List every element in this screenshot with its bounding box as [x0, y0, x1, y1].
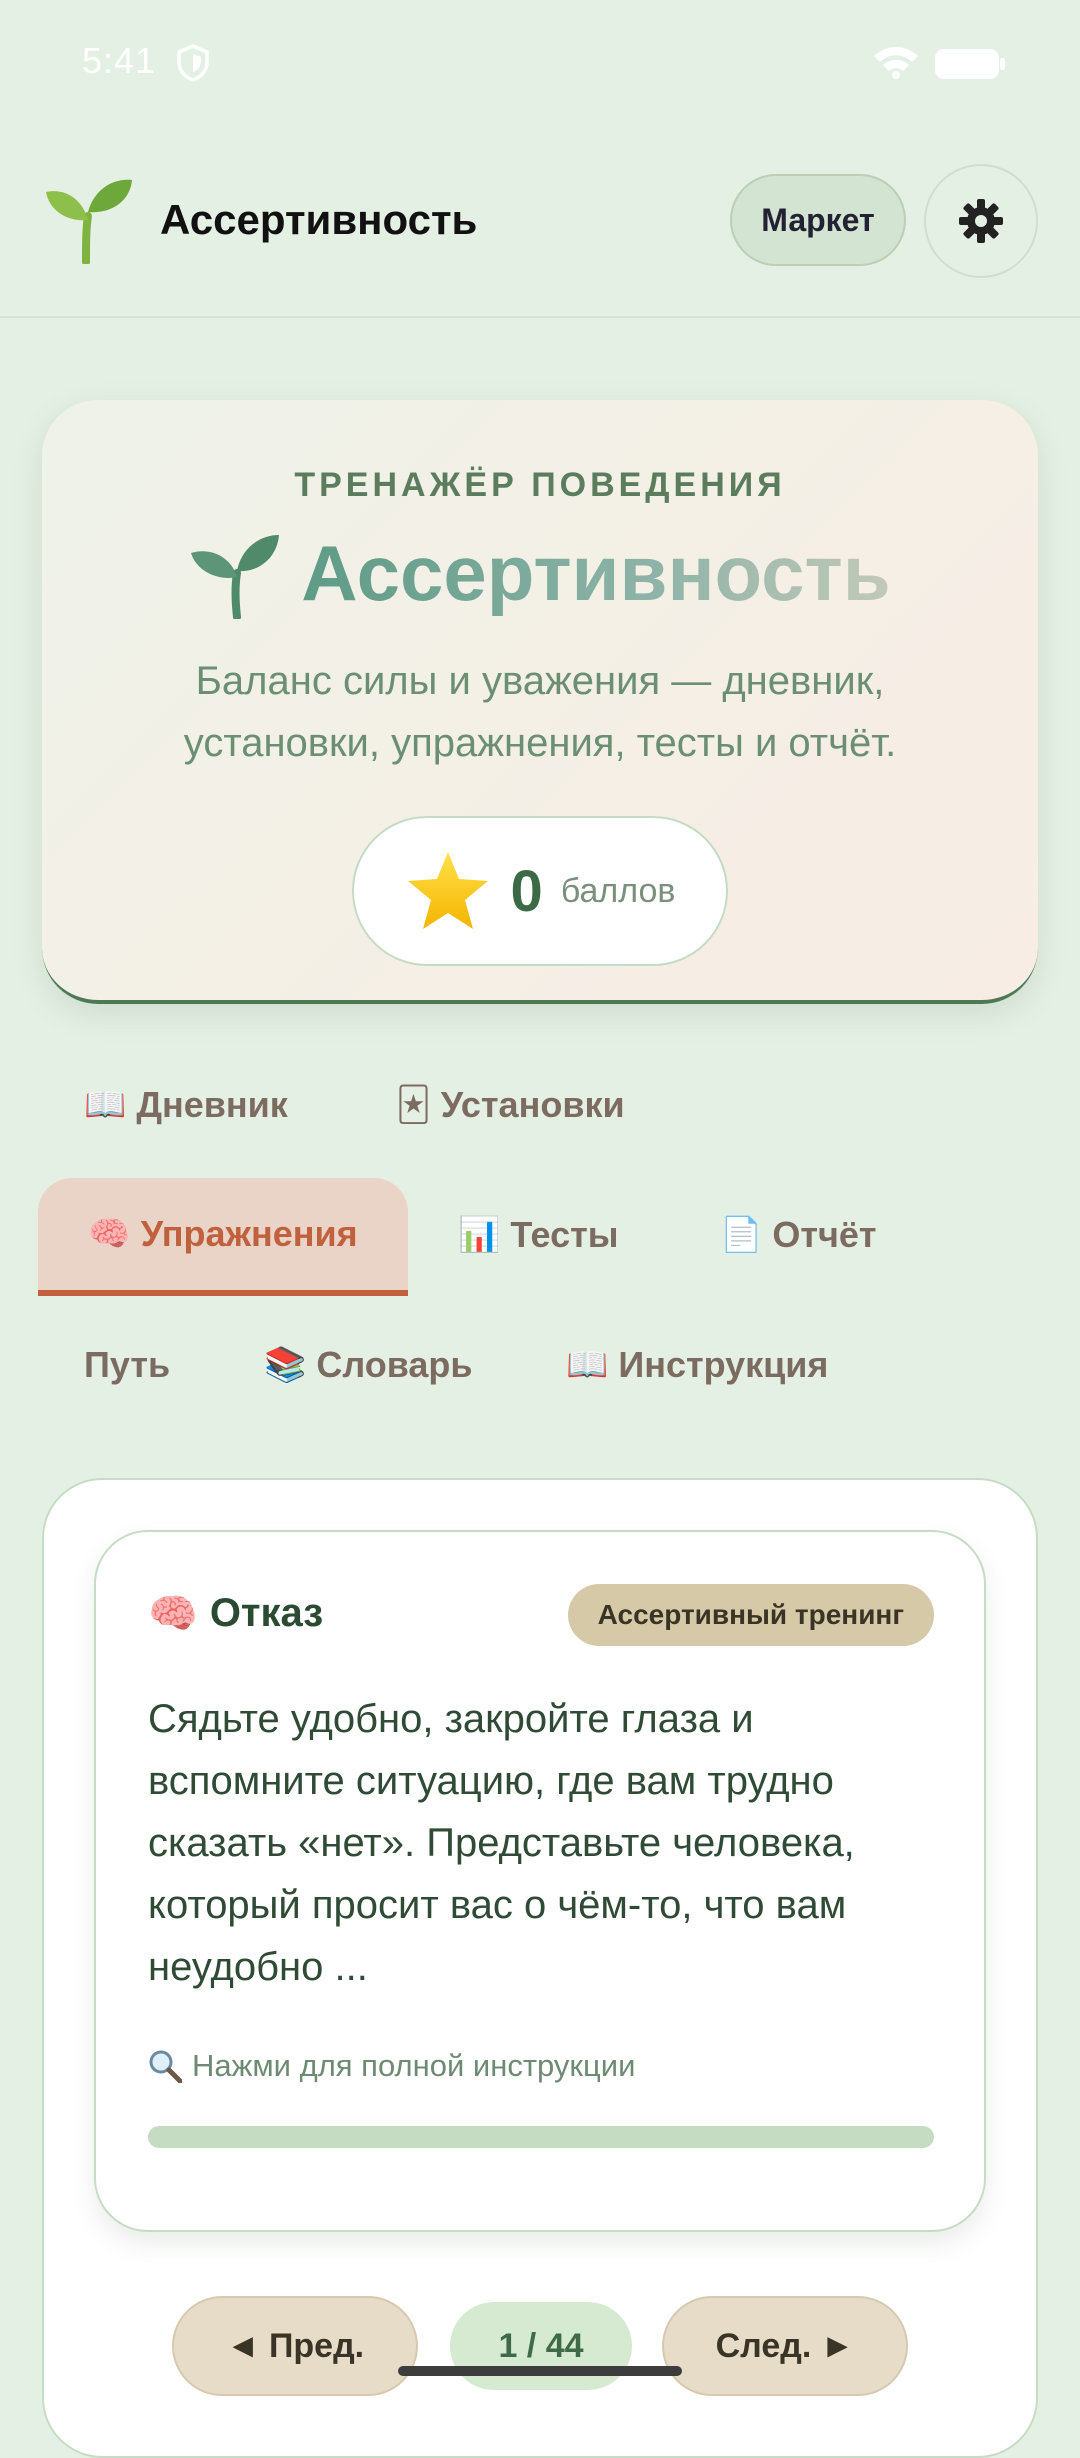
tab-label: Отчёт [772, 1214, 877, 1255]
tab-label: Инструкция [618, 1344, 829, 1385]
exercise-title: 🧠 Отказ [148, 1590, 323, 1637]
tab-label: Дневник [136, 1084, 288, 1125]
book-icon: 📖 [566, 1346, 609, 1384]
tab-dictionary[interactable]: 📚 Словарь [264, 1310, 473, 1420]
exercise-title-text: Отказ [209, 1591, 324, 1635]
hint-row: Нажми для полной инструкции [148, 2048, 635, 2084]
hero-title-row: Ассертивность [42, 528, 1038, 619]
hero-card: ТРЕНАЖЁР ПОВЕДЕНИЯ Ассертивность Баланс … [42, 400, 1038, 1004]
tab-label: Установки [440, 1084, 625, 1125]
market-button[interactable]: Маркет [730, 174, 906, 266]
books-icon: 📚 [264, 1346, 307, 1384]
points-value: 0 [510, 858, 543, 924]
tab-exercises[interactable]: 🧠 Упражнения [38, 1178, 408, 1296]
tab-report[interactable]: 📄 Отчёт [720, 1180, 877, 1290]
settings-button[interactable] [924, 164, 1038, 278]
star-icon [407, 852, 488, 929]
brain-icon: 🧠 [148, 1592, 198, 1636]
gear-icon [959, 199, 1003, 243]
book-icon: 📖 [84, 1086, 127, 1124]
next-button[interactable]: След. ► [662, 2296, 908, 2396]
battery-icon [935, 49, 1005, 79]
tab-label: Тесты [510, 1214, 619, 1255]
hero-subtitle: Баланс силы и уважения — дневник, устано… [183, 659, 897, 765]
document-icon: 📄 [720, 1216, 763, 1254]
tab-label: Путь [84, 1344, 171, 1385]
sprout-icon [46, 179, 132, 264]
exercise-progress-bar [148, 2126, 934, 2148]
bar-chart-icon: 📊 [458, 1216, 501, 1254]
wifi-icon [874, 47, 918, 79]
tab-label: Словарь [316, 1344, 473, 1385]
points-pill: 0 баллов [352, 816, 728, 966]
status-bar: 5:41 [0, 0, 1080, 130]
magnifier-icon [149, 2050, 182, 2083]
hint-text: Нажми для полной инструкции [192, 2048, 636, 2083]
tab-beliefs[interactable]: 🃏 Установки [396, 1050, 625, 1160]
tab-label: Упражнения [140, 1213, 358, 1254]
exercise-card[interactable]: 🧠 Отказ Ассертивный тренинг Сядьте удобн… [94, 1530, 986, 2232]
tab-instructions[interactable]: 📖 Инструкция [566, 1310, 828, 1420]
page-indicator: 1 / 44 [450, 2302, 632, 2390]
category-badge: Ассертивный тренинг [567, 1584, 934, 1646]
joker-card-icon: 🃏 [396, 1086, 431, 1124]
hero-title: Ассертивность [301, 529, 891, 617]
points-label: баллов [560, 871, 676, 910]
exercise-text: Сядьте удобно, закройте глаза и вспомнит… [148, 1697, 855, 1989]
sprout-icon [191, 534, 280, 619]
app-title: Ассертивность [160, 196, 478, 243]
home-indicator[interactable] [398, 2366, 682, 2376]
hero-overline: ТРЕНАЖЁР ПОВЕДЕНИЯ [294, 466, 786, 504]
app-header: Ассертивность Маркет [0, 150, 1080, 318]
prev-button[interactable]: ◄ Пред. [172, 2296, 418, 2396]
tab-tests[interactable]: 📊 Тесты [458, 1180, 618, 1290]
status-time: 5:41 [82, 40, 157, 81]
shield-icon [177, 44, 209, 82]
tab-path[interactable]: Путь [84, 1310, 170, 1420]
brain-icon: 🧠 [88, 1215, 131, 1253]
tab-diary[interactable]: 📖 Дневник [84, 1050, 288, 1160]
